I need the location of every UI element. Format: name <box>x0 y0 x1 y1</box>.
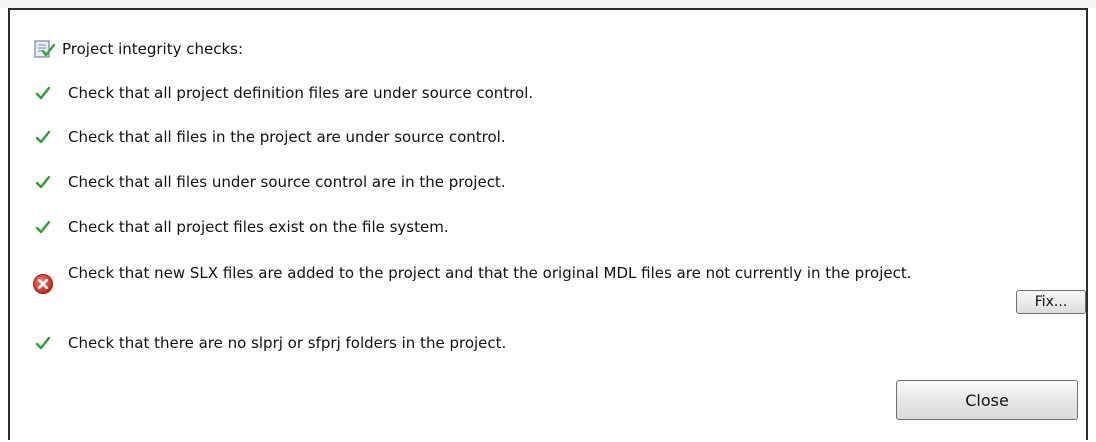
close-button[interactable]: Close <box>896 380 1078 420</box>
check-text: Check that there are no slprj or sfprj f… <box>68 334 507 352</box>
check-text: Check that all files in the project are … <box>68 128 506 146</box>
check-row-1: Check that all project definition files … <box>32 82 978 104</box>
fix-button[interactable]: Fix... <box>1016 290 1086 314</box>
check-row-3: Check that all files under source contro… <box>32 171 978 193</box>
checklist-icon <box>32 39 56 59</box>
green-checkmark-icon <box>32 332 54 354</box>
check-row-6: Check that there are no slprj or sfprj f… <box>32 332 978 354</box>
check-text: Check that all files under source contro… <box>68 173 506 191</box>
dialog-header: Project integrity checks: <box>32 38 243 60</box>
check-text: Check that new SLX files are added to th… <box>68 264 912 282</box>
check-text: Check that all project files exist on th… <box>68 218 449 236</box>
dialog-title: Project integrity checks: <box>62 40 244 58</box>
project-integrity-dialog: Project integrity checks: Check that all… <box>8 8 1088 440</box>
green-checkmark-icon <box>32 216 54 238</box>
check-row-4: Check that all project files exist on th… <box>32 216 978 238</box>
check-text: Check that all project definition files … <box>68 84 534 102</box>
green-checkmark-icon <box>32 171 54 193</box>
background-window-strip <box>0 0 1096 8</box>
green-checkmark-icon <box>32 82 54 104</box>
green-checkmark-icon <box>32 126 54 148</box>
check-row-5: Check that new SLX files are added to th… <box>32 262 978 295</box>
check-row-2: Check that all files in the project are … <box>32 126 978 148</box>
red-error-icon <box>32 273 54 295</box>
